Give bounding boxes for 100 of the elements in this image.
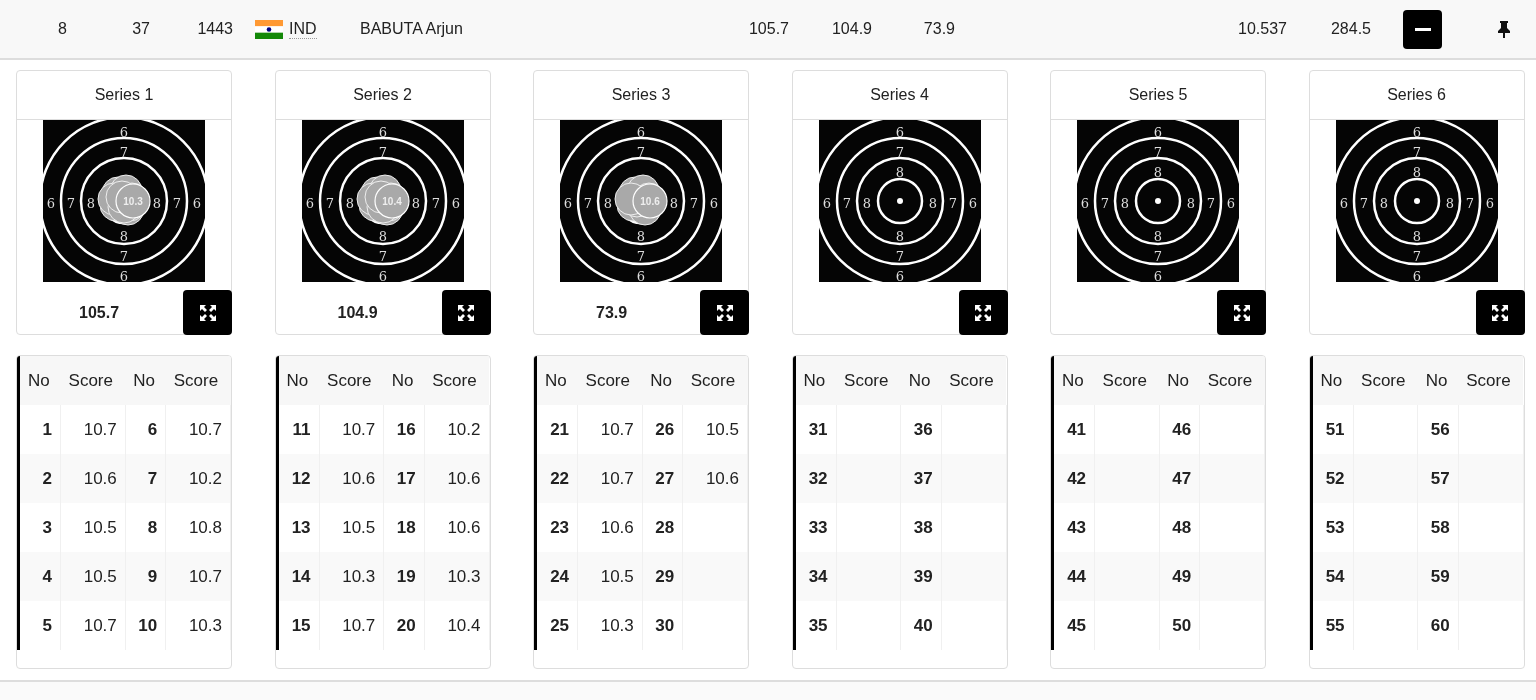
shot-number: 9 — [125, 552, 166, 601]
shot-number: 4 — [18, 552, 61, 601]
shot-number: 42 — [1052, 454, 1095, 503]
series-total: 105.7 — [747, 20, 789, 38]
shot-number: 40 — [900, 601, 942, 650]
column-header: Score — [1094, 356, 1160, 405]
expand-arrows-icon — [458, 304, 474, 321]
shot-number: 45 — [1052, 601, 1095, 650]
shot-number: 37 — [900, 454, 942, 503]
shot-number: 39 — [900, 552, 942, 601]
target-drawing: 6 7 8 6 7 8 8 7 6 8 7 6 — [1335, 120, 1498, 282]
target-drawing: 6 7 8 6 7 8 8 7 6 8 7 6 — [1077, 120, 1239, 282]
column-header: No — [900, 356, 942, 405]
average-text: 10.537 — [1237, 20, 1287, 38]
shot-number: 7 — [125, 454, 166, 503]
athlete-row[interactable]: 8 37 1443 IND BABUTA Arjun 105.7 104.9 73.9 10.537 284.5 — [0, 0, 1536, 60]
score-cell: 10.7 — [577, 454, 643, 503]
shot-number: 47 — [1159, 454, 1200, 503]
shot-number: 30 — [642, 601, 683, 650]
pin-icon[interactable] — [1498, 20, 1510, 38]
column-header: Score — [319, 356, 384, 405]
score-cell: 10.7 — [60, 601, 126, 650]
shot-number: 29 — [642, 552, 683, 601]
fullscreen-button[interactable] — [441, 290, 491, 335]
fullscreen-button[interactable] — [1475, 290, 1525, 335]
score-cell: 10.3 — [319, 552, 384, 601]
column-header: No — [642, 356, 683, 405]
expand-arrows-icon — [1492, 304, 1508, 321]
column-header: No — [1159, 356, 1200, 405]
fullscreen-button[interactable] — [183, 290, 232, 335]
shot-number: 2 — [18, 454, 61, 503]
shot-number: 44 — [1052, 552, 1095, 601]
series-total: 104.9 — [830, 20, 872, 38]
shot-number: 52 — [1311, 454, 1354, 503]
column-header: Score — [165, 356, 231, 405]
shot-number: 49 — [1159, 552, 1200, 601]
column-header: No — [125, 356, 166, 405]
expand-arrows-icon — [716, 304, 733, 321]
shot-number: 14 — [277, 552, 320, 601]
column-header: Score — [1353, 356, 1418, 405]
column-header: Score — [60, 356, 126, 405]
column-header: Score — [836, 356, 901, 405]
column-header: No — [794, 356, 837, 405]
shot-number: 19 — [383, 552, 425, 601]
column-header: Score — [577, 356, 643, 405]
flag-icon — [255, 19, 283, 39]
minus-icon — [1414, 27, 1431, 31]
shot-number: 32 — [794, 454, 837, 503]
score-cell: 10.3 — [165, 601, 231, 650]
score-cell: 10.4 — [424, 601, 489, 650]
shot-number: 57 — [1417, 454, 1459, 503]
column-header: No — [535, 356, 578, 405]
expand-arrows-icon — [975, 304, 991, 321]
shot-number: 60 — [1417, 601, 1459, 650]
score-cell: 10.6 — [319, 454, 384, 503]
shot-number: 50 — [1159, 601, 1200, 650]
column-header: Score — [941, 356, 1006, 405]
series-total: 73.9 — [922, 20, 955, 38]
column-header: No — [1052, 356, 1095, 405]
score-cell: 10.3 — [577, 601, 643, 650]
column-header: No — [1311, 356, 1354, 405]
score-cell: 10.7 — [319, 601, 384, 650]
column-header: Score — [424, 356, 489, 405]
shot-number: 54 — [1311, 552, 1354, 601]
shot-number: 10 — [125, 601, 166, 650]
rank-text: 8 — [57, 20, 67, 38]
score-cell: 10.5 — [577, 552, 643, 601]
number-text: 37 — [131, 20, 150, 38]
target-drawing: 6 7 8 6 7 8 8 7 6 8 7 6 — [818, 120, 981, 282]
shot-number: 15 — [277, 601, 320, 650]
score-cell: 10.6 — [424, 454, 489, 503]
fullscreen-button[interactable] — [700, 290, 749, 335]
column-header: Score — [1458, 356, 1523, 405]
shot-number: 12 — [277, 454, 320, 503]
shot-number: 17 — [383, 454, 425, 503]
score-cell: 10.7 — [165, 552, 231, 601]
total-text: 284.5 — [1329, 20, 1371, 38]
fullscreen-button[interactable] — [1217, 290, 1266, 335]
shot-number: 25 — [535, 601, 578, 650]
shot-number: 34 — [794, 552, 837, 601]
column-header: Score — [682, 356, 748, 405]
shot-number: 22 — [535, 454, 578, 503]
fullscreen-button[interactable] — [958, 290, 1008, 335]
shot-number: 35 — [794, 601, 837, 650]
shot-number: 59 — [1417, 552, 1459, 601]
column-header: No — [277, 356, 320, 405]
score-cell: 10.6 — [682, 454, 748, 503]
series-total: 104.9 — [337, 304, 378, 322]
column-header: No — [18, 356, 61, 405]
expand-arrows-icon — [1233, 304, 1250, 321]
target-drawing: 6 7 6 7 8 10.3 8 7 6 8 7 6 — [43, 120, 205, 282]
score-cell: 10.2 — [165, 454, 231, 503]
score-cell: 10.5 — [60, 552, 126, 601]
column-header: Score — [1199, 356, 1265, 405]
shot-number: 5 — [18, 601, 61, 650]
shot-number: 55 — [1311, 601, 1354, 650]
nation-code: IND — [289, 19, 317, 39]
collapse-button[interactable] — [1403, 9, 1442, 49]
shot-number: 20 — [383, 601, 425, 650]
shot-number: 24 — [535, 552, 578, 601]
